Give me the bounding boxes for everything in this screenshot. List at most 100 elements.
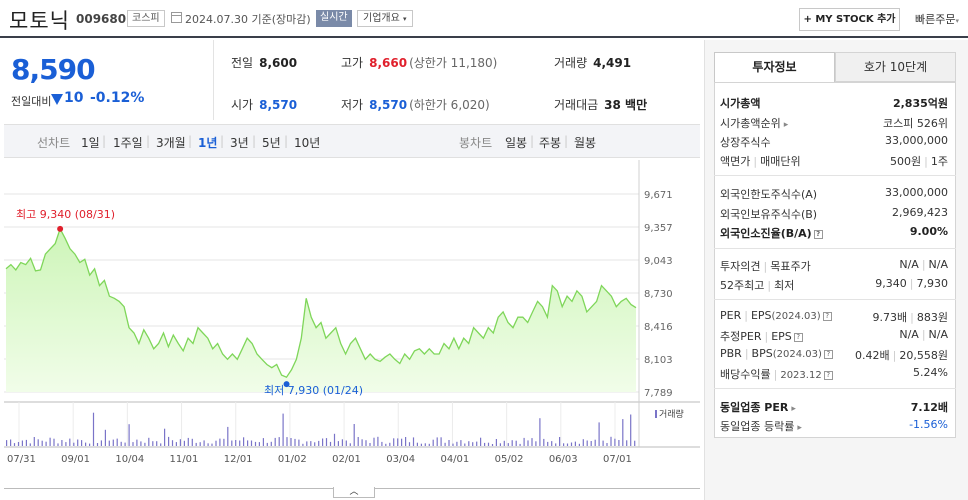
y-tick-label: 7,789 bbox=[644, 388, 673, 399]
y-tick-label: 8,103 bbox=[644, 355, 673, 366]
tab-orderbook[interactable]: 호가 10단계 bbox=[835, 52, 956, 82]
period-3y[interactable]: 3년 bbox=[230, 134, 249, 151]
volume-bar bbox=[408, 442, 411, 446]
x-tick-label: 05/02 bbox=[495, 454, 524, 465]
volume-bar bbox=[574, 441, 576, 446]
x-tick-label: 07/31 bbox=[7, 454, 36, 465]
price-chart[interactable]: 9,671 9,357 9,043 8,730 8,416 8,103 7,789 07/31… bbox=[4, 160, 700, 500]
par-value-row: 액면가 | 매매단위 500원 | 1주 bbox=[720, 155, 948, 168]
volume-bar bbox=[460, 440, 462, 446]
volume-bar bbox=[389, 442, 391, 446]
candle-monthly[interactable]: 월봉 bbox=[574, 134, 596, 151]
volume-bar bbox=[128, 424, 130, 446]
volume-bar bbox=[420, 443, 422, 446]
period-10y[interactable]: 10년 bbox=[294, 134, 320, 151]
volume-bar bbox=[41, 440, 43, 446]
volume-bar bbox=[428, 443, 430, 446]
stock-header: 모토닉 009680 코스피 2024.07.30 기준(장마감) 실시간 기업… bbox=[0, 0, 968, 38]
foreign-rate-row: 외국인소진율(B/A)? 9.00% bbox=[720, 225, 948, 240]
divider bbox=[213, 40, 214, 120]
period-1w[interactable]: 1주일 bbox=[113, 134, 143, 151]
period-3m[interactable]: 3개월 bbox=[156, 134, 186, 151]
volume-bar bbox=[25, 439, 27, 446]
volume-bar bbox=[13, 443, 16, 446]
volume-bar bbox=[286, 437, 288, 446]
volume-bar bbox=[258, 442, 260, 446]
volume-bar bbox=[108, 440, 110, 446]
period-5y[interactable]: 5년 bbox=[262, 134, 281, 151]
volume-bar bbox=[634, 440, 636, 446]
volume-bar bbox=[527, 440, 529, 446]
volume-bar bbox=[199, 442, 201, 446]
volume-bar bbox=[606, 443, 608, 446]
help-icon[interactable]: ? bbox=[823, 350, 833, 359]
my-stock-add-button[interactable]: + MY STOCK 추가 bbox=[799, 8, 900, 31]
stock-code: 009680 bbox=[76, 12, 127, 26]
high-marker bbox=[57, 225, 64, 232]
volume-bar bbox=[37, 439, 39, 446]
volume-bar bbox=[582, 439, 584, 446]
foreign-own-row: 외국인보유주식수(B) 2,969,423 bbox=[720, 206, 948, 221]
volume-bar bbox=[148, 437, 150, 446]
volume-bar bbox=[290, 438, 292, 446]
volume-bar bbox=[322, 438, 324, 446]
volume-bar bbox=[468, 441, 470, 446]
volume-bar bbox=[329, 441, 332, 446]
volume-bar bbox=[21, 440, 23, 446]
volume-bar bbox=[333, 433, 336, 446]
candle-chart-label: 봉차트 bbox=[459, 136, 493, 150]
price-change: 10 bbox=[64, 90, 84, 106]
volume-label: 거래량 bbox=[659, 408, 684, 420]
volume-bar bbox=[302, 443, 304, 446]
help-icon[interactable]: ? bbox=[793, 333, 803, 342]
volume-bar bbox=[487, 442, 490, 446]
volume-bar bbox=[65, 442, 67, 446]
line-chart-label: 선차트 bbox=[37, 136, 71, 150]
volume-bar bbox=[614, 438, 616, 446]
volume-bar bbox=[235, 440, 237, 446]
company-overview-dropdown[interactable]: 기업개요 ▾ bbox=[357, 10, 413, 27]
volume-bar bbox=[100, 440, 102, 446]
volume-bar bbox=[349, 443, 351, 446]
y-tick-label: 8,730 bbox=[644, 289, 673, 300]
quick-order-link[interactable]: 빠른주문▾ bbox=[915, 11, 959, 27]
volume-bar bbox=[187, 437, 189, 446]
tab-investment-info[interactable]: 투자정보 bbox=[714, 52, 835, 82]
volume-bar bbox=[262, 438, 264, 446]
volume-bar bbox=[171, 440, 174, 446]
candle-daily[interactable]: 일봉 bbox=[505, 134, 527, 151]
period-1d[interactable]: 1일 bbox=[81, 134, 100, 151]
volume-bar bbox=[156, 441, 158, 446]
volume-bar bbox=[191, 438, 193, 446]
realtime-badge[interactable]: 실시간 bbox=[316, 10, 352, 27]
volume-bar bbox=[120, 441, 122, 446]
volume-bar bbox=[57, 443, 59, 446]
week52-row: 52주최고 | 최저 9,340 | 7,930 bbox=[720, 277, 948, 292]
help-icon[interactable]: ? bbox=[813, 230, 823, 239]
volume-bar bbox=[318, 440, 320, 446]
help-icon[interactable]: ? bbox=[823, 371, 833, 380]
volume-bar bbox=[73, 442, 75, 446]
candle-weekly[interactable]: 주봉 bbox=[539, 134, 561, 151]
volume-bar bbox=[345, 440, 347, 446]
volume-bar bbox=[85, 442, 87, 446]
volume-bar bbox=[124, 442, 126, 446]
help-icon[interactable]: ? bbox=[822, 312, 832, 321]
calendar-icon bbox=[171, 12, 182, 23]
volume-bar bbox=[397, 438, 399, 446]
y-tick-label: 9,043 bbox=[644, 256, 673, 267]
volume-bar bbox=[49, 437, 51, 446]
period-1y[interactable]: 1년 bbox=[198, 134, 217, 151]
volume-bar bbox=[559, 437, 561, 446]
volume-bar bbox=[53, 438, 55, 446]
volume-bar bbox=[491, 444, 494, 446]
volume-bar bbox=[164, 428, 166, 446]
volume-bar bbox=[610, 436, 612, 446]
collapse-chart-button[interactable]: ︿ bbox=[333, 487, 375, 498]
volume-bar bbox=[250, 440, 253, 446]
market-badge: 코스피 bbox=[127, 10, 165, 27]
volume-bar bbox=[203, 440, 205, 446]
volume-bar bbox=[539, 418, 541, 446]
volume-bar bbox=[523, 437, 525, 446]
market-cap-row: 시가총액 2,835억원 bbox=[720, 97, 948, 110]
